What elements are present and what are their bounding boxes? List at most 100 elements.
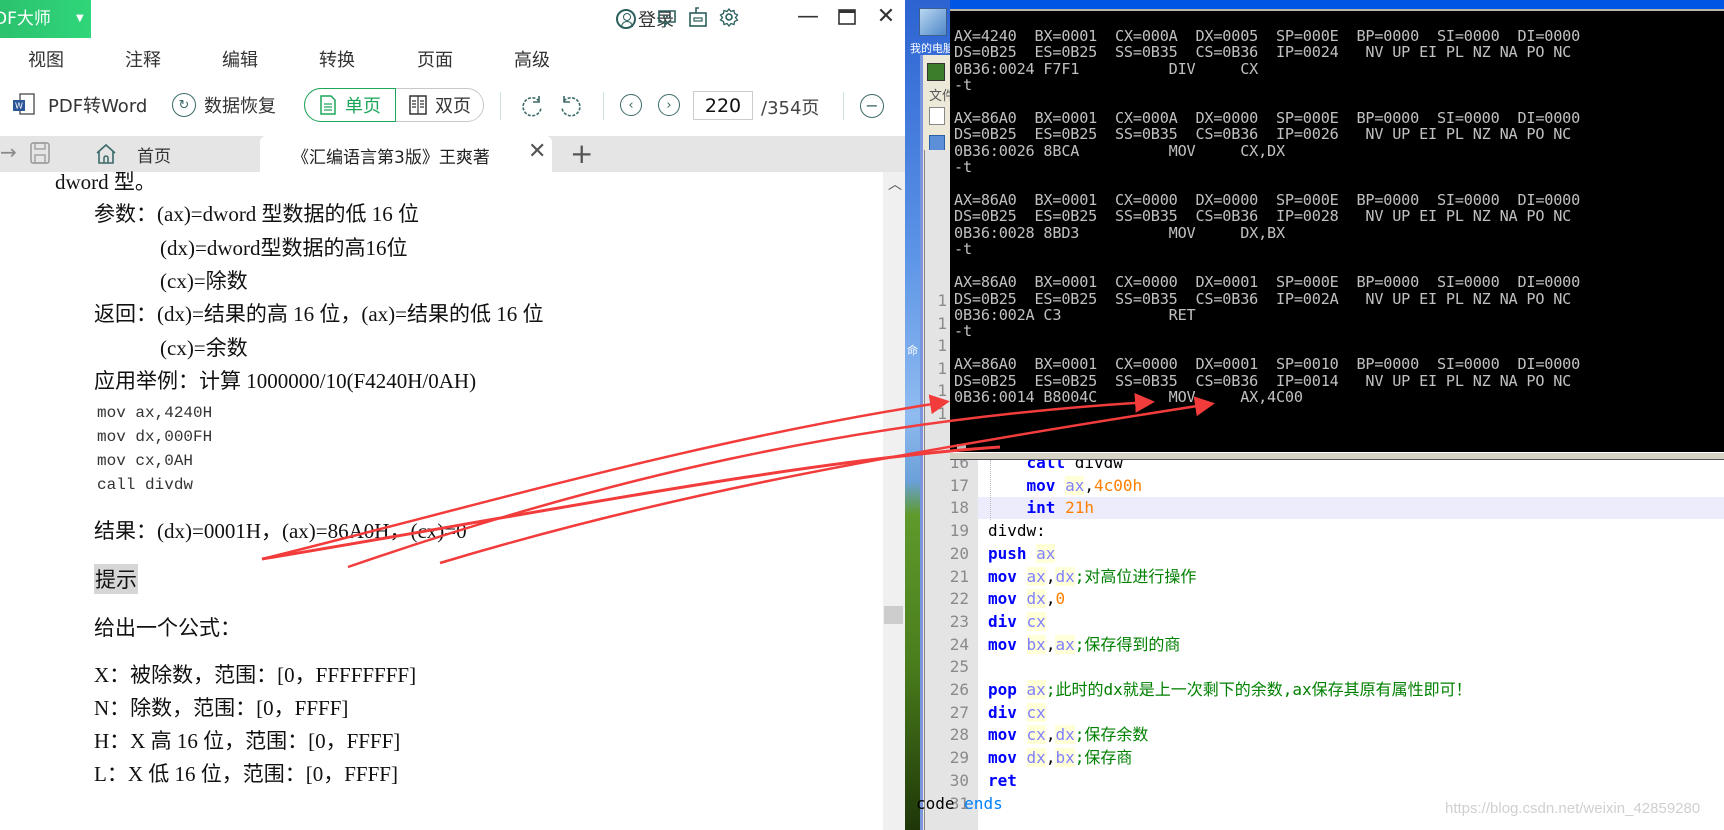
- page-total-label: /354页: [761, 98, 820, 119]
- zoom-out-button[interactable]: −: [860, 94, 884, 118]
- code-line-text: mov ax,4c00h: [988, 475, 1142, 497]
- code-line-text: int 21h: [988, 497, 1094, 519]
- robot-assistant-icon[interactable]: [688, 6, 708, 28]
- line-number: 1: [937, 313, 947, 333]
- app-menu-button[interactable]: DF大师 ▼: [0, 0, 91, 38]
- toolbar-divider: [603, 92, 604, 120]
- pdf-viewer-window: DF大师 ▼ 登录 — ✕ 视图 注释 编辑 转换 页面 高级 W PDF转Wo…: [0, 0, 905, 830]
- rotate-clockwise-icon[interactable]: [519, 94, 545, 120]
- line-number: 18: [949, 498, 969, 518]
- code-line-text: mov cx,dx;保存余数: [988, 724, 1148, 746]
- code-token: ax: [1026, 566, 1046, 586]
- doc-text-line: 参数：(ax)=dword 型数据的低 16 位: [94, 202, 420, 226]
- code-token: 4c00h: [1093, 475, 1143, 495]
- doc-code-line: mov ax,4240H: [97, 404, 213, 422]
- code-line[interactable]: mov dx,0: [978, 588, 1724, 610]
- menu-edit[interactable]: 编辑: [222, 46, 258, 72]
- maximize-button[interactable]: [833, 6, 861, 31]
- code-token: ,: [1084, 475, 1094, 495]
- line-number: 1: [937, 336, 947, 355]
- toolbar-divider: [843, 92, 844, 120]
- code-token: dx: [1026, 748, 1046, 768]
- code-line[interactable]: mov dx,bx;保存商: [978, 747, 1724, 769]
- minimize-button[interactable]: —: [794, 4, 822, 29]
- file-tab-save-icon[interactable]: [929, 135, 945, 151]
- new-file-icon[interactable]: [929, 107, 945, 125]
- vertical-scrollbar[interactable]: ︿: [883, 172, 905, 830]
- code-line[interactable]: div cx: [978, 702, 1724, 724]
- recovery-icon: ↻: [172, 93, 196, 117]
- single-page-button[interactable]: 单页: [304, 87, 396, 122]
- menu-page[interactable]: 页面: [417, 46, 453, 72]
- view-mode-toggle: 单页 双页: [304, 87, 484, 122]
- close-window-button[interactable]: ✕: [872, 4, 900, 29]
- data-recovery-button[interactable]: ↻ 数据恢复: [172, 88, 276, 122]
- feedback-icon[interactable]: [657, 8, 677, 28]
- code-token: mov: [1026, 475, 1056, 495]
- code-line[interactable]: mov ax,4c00h: [978, 475, 1724, 497]
- code-line[interactable]: mov ax,dx;对高位进行操作: [978, 566, 1724, 588]
- scroll-up-icon[interactable]: ︿: [888, 174, 902, 194]
- pdf-to-word-button[interactable]: W PDF转Word: [12, 88, 147, 122]
- code-token: mov: [988, 634, 1017, 654]
- caret-down-icon: ▼: [76, 13, 84, 24]
- tab-home-label: 首页: [137, 146, 171, 167]
- console-title-bar: [950, 0, 1724, 9]
- menu-advanced[interactable]: 高级: [514, 46, 550, 72]
- code-line[interactable]: mov cx,dx;保存余数: [978, 724, 1724, 746]
- forward-icon[interactable]: →: [0, 140, 17, 164]
- menu-view[interactable]: 视图: [28, 46, 64, 72]
- code-line[interactable]: div cx: [978, 611, 1724, 633]
- doc-text-line: 给出一个公式：: [94, 616, 241, 640]
- settings-gear-icon[interactable]: [719, 7, 739, 27]
- line-number: 1: [937, 381, 947, 400]
- code-line-text: mov dx,bx;保存商: [988, 747, 1132, 769]
- scrollbar-thumb[interactable]: [884, 606, 903, 624]
- my-computer-icon[interactable]: [919, 8, 947, 36]
- previous-page-button[interactable]: ‹: [620, 94, 642, 116]
- new-tab-button[interactable]: +: [570, 137, 593, 170]
- rotate-counterclockwise-icon[interactable]: [558, 94, 584, 120]
- single-page-icon: [320, 94, 336, 115]
- next-page-button[interactable]: ›: [658, 94, 680, 116]
- code-line[interactable]: divdw:: [978, 520, 1724, 542]
- word-doc-icon: W: [13, 93, 35, 115]
- code-line[interactable]: [978, 656, 1724, 678]
- code-token: int: [1026, 498, 1056, 518]
- tab-document[interactable]: 《汇编语言第3版》王爽著 ✕: [260, 136, 552, 172]
- svg-text:W: W: [15, 102, 23, 111]
- code-line[interactable]: mov bx,ax;保存得到的商: [978, 634, 1724, 656]
- my-computer-label: 我的电脑: [910, 42, 954, 55]
- code-line[interactable]: ret: [978, 770, 1724, 792]
- line-number-gutter: 16 17 18 19 20 21 22 23 24 25 26 27 28 29 30 31: [924, 453, 979, 830]
- doc-code-line: mov cx,0AH: [97, 452, 194, 470]
- code-line-text: div cx: [988, 702, 1046, 724]
- double-page-label: 双页: [435, 95, 471, 117]
- menu-annotate[interactable]: 注释: [125, 46, 161, 72]
- doc-text-line: 返回：(dx)=结果的高 16 位，(ax)=结果的低 16 位: [94, 302, 544, 326]
- page-number-input[interactable]: [693, 91, 753, 120]
- double-page-button[interactable]: 双页: [397, 89, 483, 120]
- doc-text-line: (dx)=dword型数据的高16位: [160, 236, 408, 260]
- code-token: mov: [988, 725, 1017, 745]
- code-line[interactable]: int 21h: [978, 497, 1724, 520]
- code-line[interactable]: push ax: [978, 543, 1724, 565]
- double-page-icon: [409, 94, 427, 115]
- doc-hint-heading: 提示: [94, 564, 138, 594]
- save-icon[interactable]: [30, 142, 50, 168]
- code-line-text: mov ax,dx;对高位进行操作: [988, 566, 1196, 588]
- code-token: dx: [1055, 566, 1075, 586]
- code-line[interactable]: pop ax;此时的dx就是上一次剩下的余数,ax保存其原有属性即可！: [978, 679, 1724, 701]
- code-line-text: code ends: [916, 793, 1003, 815]
- code-token: ;此时的dx就是上一次剩下的余数,ax保存其原有属性即可！: [1045, 680, 1472, 699]
- close-tab-icon[interactable]: ✕: [528, 139, 546, 164]
- code-token: push: [988, 543, 1027, 563]
- doc-result-line: 结果：(dx)=0001H，(ax)=86A0H，(cx)=0: [94, 519, 467, 543]
- code-editor[interactable]: call divdw mov ax,4c00h int 21h divdw: pus…: [916, 453, 1724, 830]
- code-line-text: ret: [988, 770, 1017, 792]
- line-number: 24: [949, 634, 969, 654]
- menu-convert[interactable]: 转换: [319, 46, 355, 72]
